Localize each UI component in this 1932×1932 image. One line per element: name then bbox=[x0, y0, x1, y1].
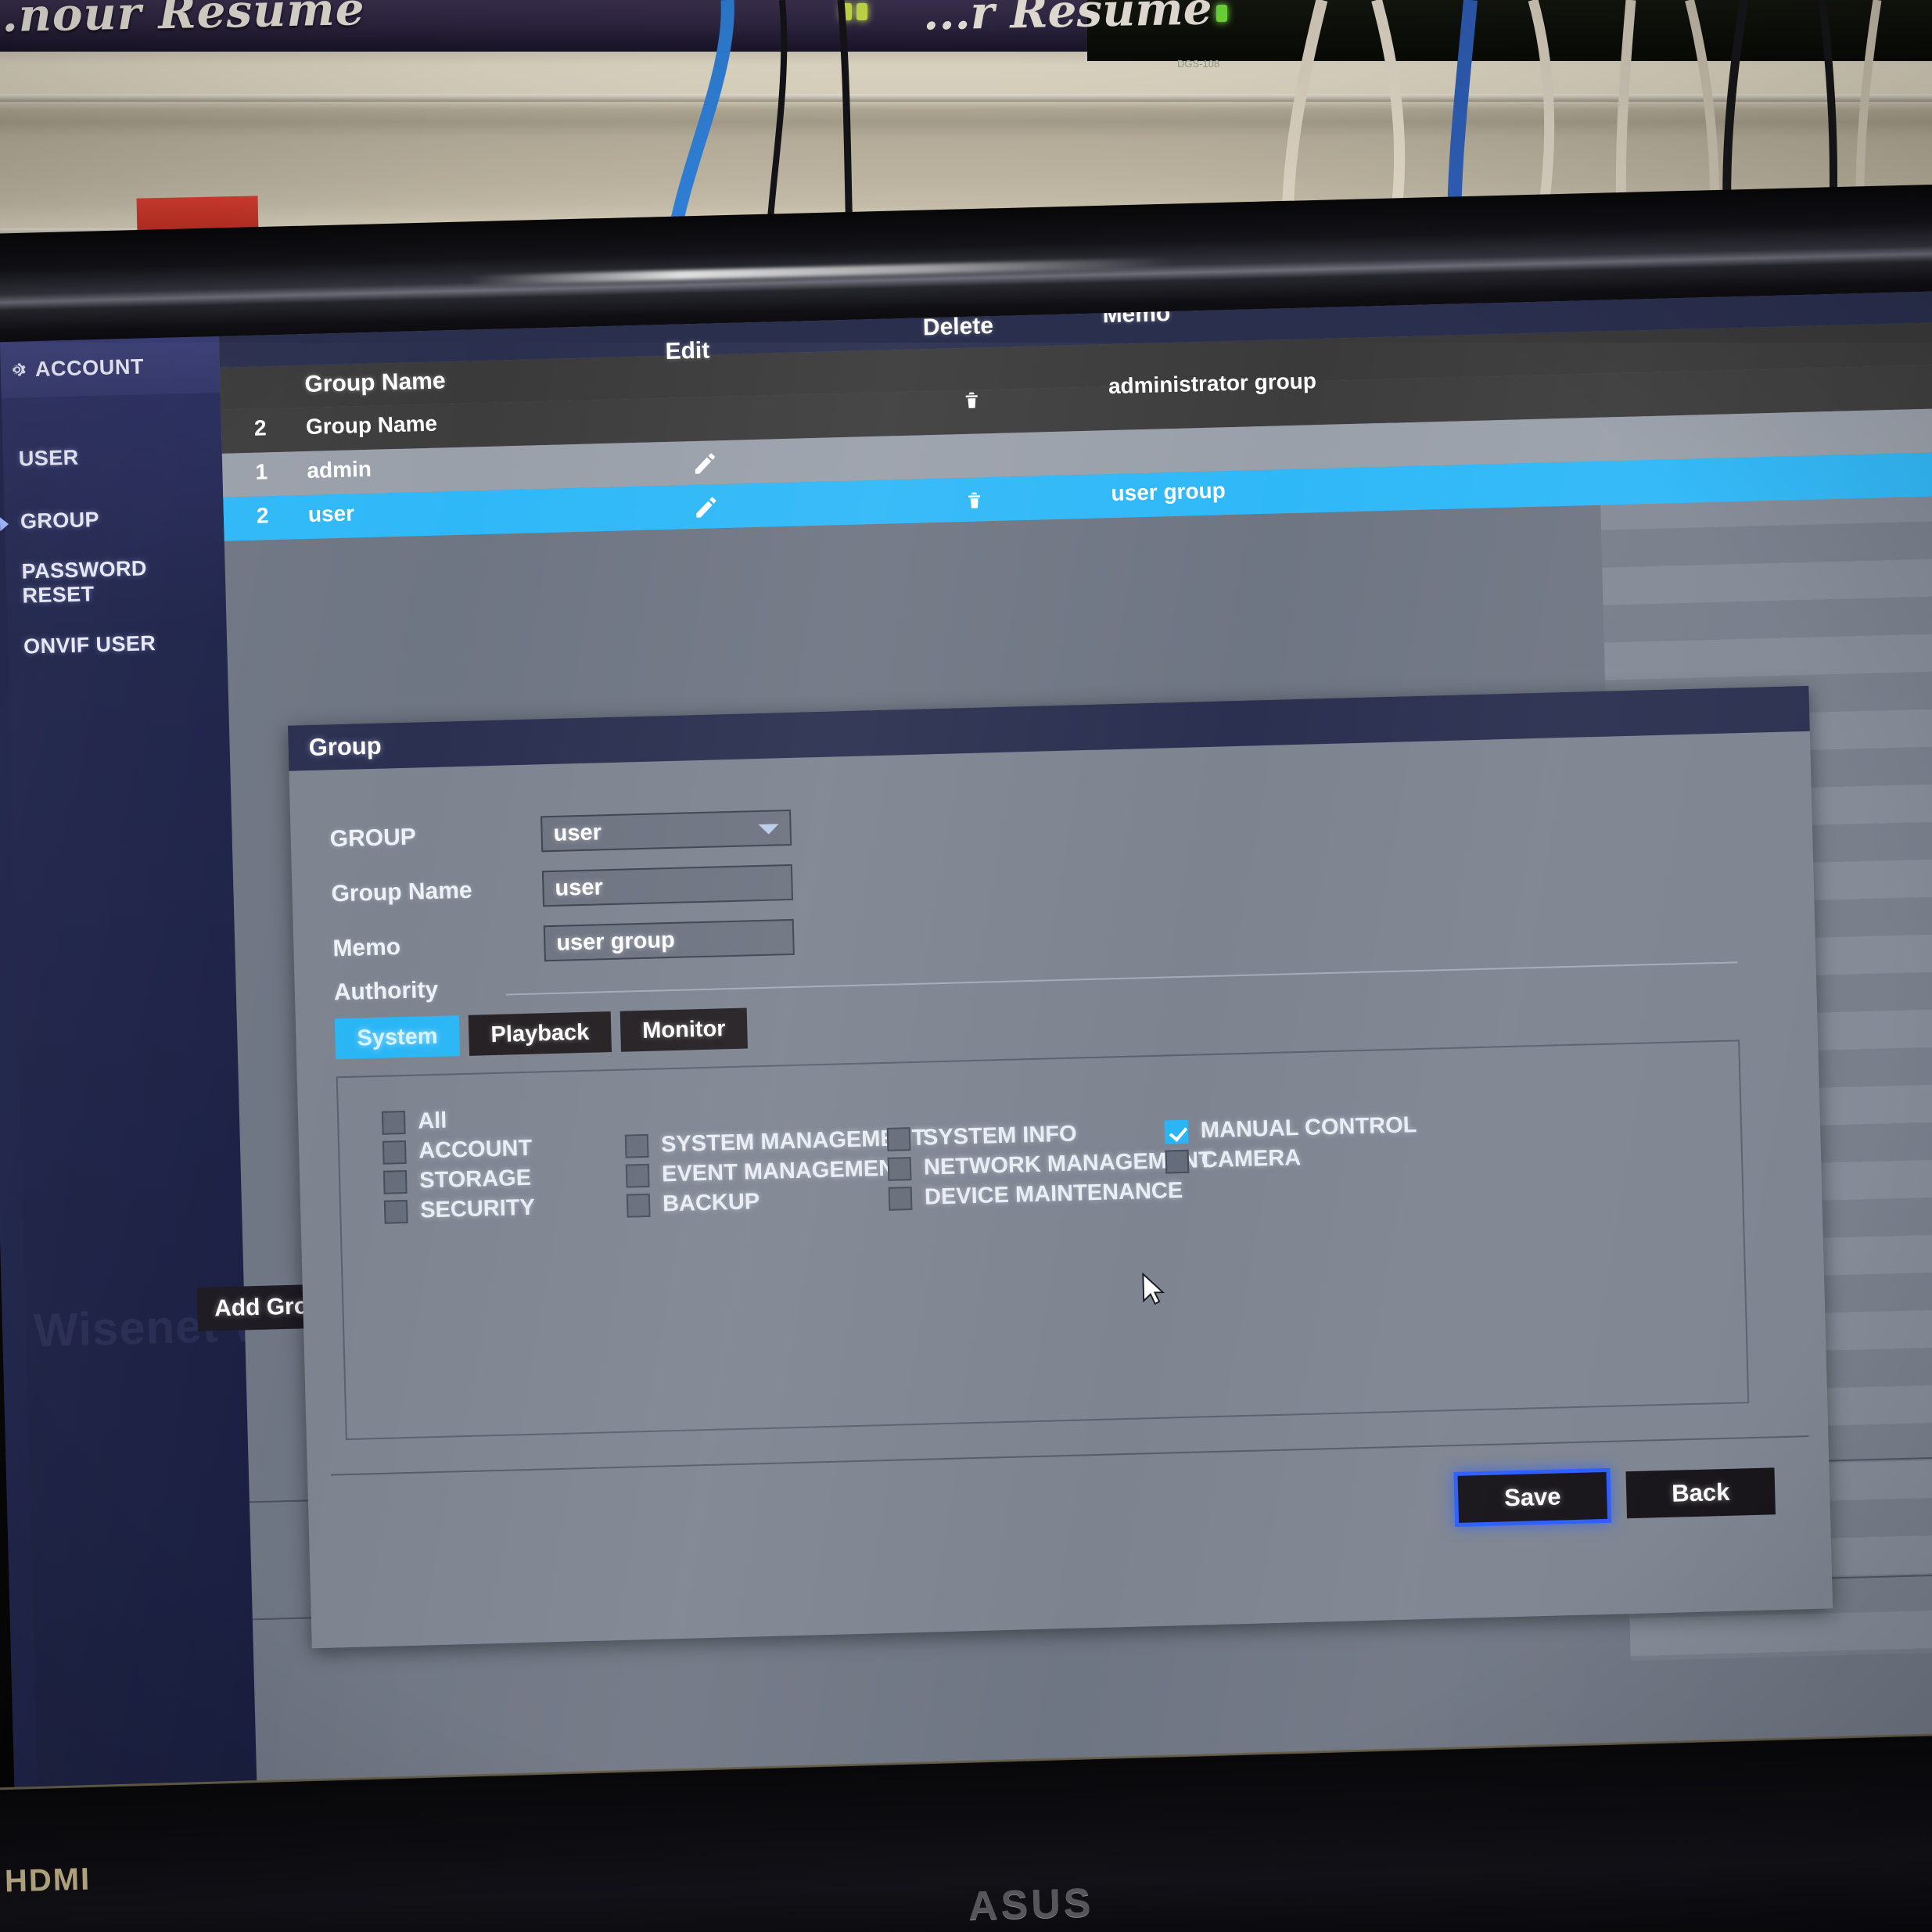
permission-device-maintenance[interactable]: DEVICE MAINTENANCE bbox=[888, 1178, 1183, 1212]
permission-label: BACKUP bbox=[662, 1189, 760, 1217]
memo-value: user group bbox=[555, 927, 676, 956]
trash-icon[interactable] bbox=[962, 487, 986, 514]
sidebar-item-label: ONVIF USER bbox=[23, 630, 156, 659]
monitor-screen: ACCOUNT USER GROUP PASSWORD RESET ONVIF … bbox=[0, 290, 1932, 1837]
save-button[interactable]: Save bbox=[1457, 1471, 1608, 1523]
checkbox-camera[interactable] bbox=[1165, 1149, 1190, 1174]
sidebar-header: ACCOUNT bbox=[0, 336, 221, 399]
column-header-delete: Delete bbox=[922, 312, 994, 341]
checkbox-all[interactable] bbox=[381, 1110, 406, 1135]
group-name-input[interactable]: user bbox=[541, 864, 794, 907]
authority-tabs: System Playback Monitor bbox=[334, 1007, 749, 1060]
tab-monitor[interactable]: Monitor bbox=[619, 1007, 749, 1052]
row-memo: administrator group bbox=[1108, 368, 1317, 399]
checkbox-device-maintenance[interactable] bbox=[888, 1186, 913, 1211]
field-label-group: GROUP bbox=[329, 824, 417, 853]
sidebar-header-label: ACCOUNT bbox=[34, 354, 145, 381]
checkbox-system-info[interactable] bbox=[886, 1126, 911, 1151]
group-dropdown[interactable]: user bbox=[540, 809, 792, 853]
nav-sidebar: ACCOUNT USER GROUP PASSWORD RESET ONVIF … bbox=[0, 336, 371, 1836]
dialog-body: GROUP user Group Name user Memo user gro… bbox=[289, 731, 1833, 1649]
row-group-name: admin bbox=[307, 456, 372, 483]
permission-system-info[interactable]: SYSTEM INFO bbox=[886, 1121, 1077, 1152]
sidebar-item-label: USER bbox=[18, 445, 79, 471]
hdmi-port-label: HDMI bbox=[4, 1862, 92, 1899]
permission-network-management[interactable]: NETWORK MANAGEMENT bbox=[887, 1147, 1213, 1182]
column-header-group-name: Group Name bbox=[304, 368, 446, 398]
checkbox-system-management[interactable] bbox=[624, 1133, 649, 1158]
chevron-down-icon bbox=[758, 824, 779, 835]
permission-label: DEVICE MAINTENANCE bbox=[924, 1178, 1183, 1210]
tab-system[interactable]: System bbox=[334, 1015, 461, 1060]
row-index: 2 bbox=[253, 415, 267, 440]
permission-label: ACCOUNT bbox=[418, 1135, 533, 1164]
permission-all[interactable]: All bbox=[381, 1108, 447, 1136]
checkbox-manual-control[interactable] bbox=[1164, 1119, 1189, 1144]
permission-label: All bbox=[417, 1108, 447, 1134]
permission-camera[interactable]: CAMERA bbox=[1165, 1145, 1302, 1175]
back-button[interactable]: Back bbox=[1625, 1467, 1776, 1519]
screenshot-root: ...nour Resume ...r Resume DGS-108 ACCOU… bbox=[0, 0, 1932, 1932]
permission-security[interactable]: SECURITY bbox=[383, 1194, 536, 1225]
row-group-name: user bbox=[307, 501, 355, 526]
authority-section-label: Authority bbox=[333, 976, 439, 1006]
checkbox-event-management[interactable] bbox=[625, 1163, 650, 1188]
column-header-edit: Edit bbox=[665, 337, 710, 364]
tab-playback[interactable]: Playback bbox=[468, 1011, 612, 1056]
field-group-name: Group Name user bbox=[331, 861, 794, 915]
permission-storage[interactable]: STORAGE bbox=[382, 1165, 532, 1195]
sidebar-item-password-reset[interactable]: PASSWORD RESET bbox=[5, 554, 226, 609]
permissions-panel: All ACCOUNT STORAGE SECURITY SYSTEM MANA… bbox=[336, 1040, 1750, 1441]
row-index: 1 bbox=[255, 459, 268, 484]
memo-input[interactable]: user group bbox=[543, 918, 795, 962]
checkbox-storage[interactable] bbox=[382, 1169, 408, 1194]
permission-event-management[interactable]: EVENT MANAGEMENT bbox=[625, 1155, 910, 1188]
permission-label: SYSTEM INFO bbox=[922, 1121, 1077, 1151]
sidebar-item-onvif-user[interactable]: ONVIF USER bbox=[7, 616, 228, 672]
permission-label: CAMERA bbox=[1201, 1145, 1302, 1173]
permission-label: EVENT MANAGEMENT bbox=[661, 1155, 910, 1187]
checkbox-network-management[interactable] bbox=[887, 1156, 912, 1181]
gear-icon bbox=[7, 359, 28, 380]
monitor-brand-logo: ASUS bbox=[968, 1880, 1095, 1930]
sidebar-item-user[interactable]: USER bbox=[2, 429, 223, 484]
row-index: 2 bbox=[256, 503, 269, 528]
permission-account[interactable]: ACCOUNT bbox=[382, 1136, 533, 1165]
checkbox-backup[interactable] bbox=[626, 1193, 651, 1218]
sidebar-item-group[interactable]: GROUP bbox=[4, 491, 224, 547]
field-group: GROUP user bbox=[329, 806, 792, 860]
group-dialog: Group GROUP user Group Name user Memo us… bbox=[287, 685, 1833, 1649]
dialog-footer-divider bbox=[331, 1435, 1809, 1476]
field-memo: Memo user group bbox=[332, 916, 795, 970]
checkbox-security[interactable] bbox=[383, 1199, 408, 1224]
checkbox-account[interactable] bbox=[382, 1140, 407, 1165]
field-label-group-name: Group Name bbox=[331, 877, 473, 907]
field-label-memo: Memo bbox=[332, 934, 401, 962]
group-dropdown-value: user bbox=[553, 819, 602, 846]
authority-divider bbox=[506, 961, 1738, 996]
permission-system-management[interactable]: SYSTEM MANAGEMENT bbox=[624, 1126, 926, 1159]
permission-backup[interactable]: BACKUP bbox=[626, 1189, 760, 1218]
group-name-value: user bbox=[555, 874, 604, 901]
permission-manual-control[interactable]: MANUAL CONTROL bbox=[1164, 1112, 1417, 1144]
row-memo: user group bbox=[1111, 478, 1226, 506]
row-group-name: Group Name bbox=[305, 411, 438, 440]
permission-label: MANUAL CONTROL bbox=[1200, 1112, 1417, 1144]
sidebar-item-label: GROUP bbox=[20, 507, 100, 533]
mouse-cursor bbox=[1140, 1272, 1167, 1308]
permission-label: SECURITY bbox=[419, 1194, 536, 1223]
pencil-icon[interactable] bbox=[691, 450, 719, 477]
dialog-title: Group bbox=[308, 731, 382, 762]
permission-label: STORAGE bbox=[418, 1165, 532, 1194]
trash-icon[interactable] bbox=[960, 386, 984, 414]
pencil-icon[interactable] bbox=[692, 494, 720, 521]
sidebar-item-label: PASSWORD RESET bbox=[21, 556, 148, 608]
